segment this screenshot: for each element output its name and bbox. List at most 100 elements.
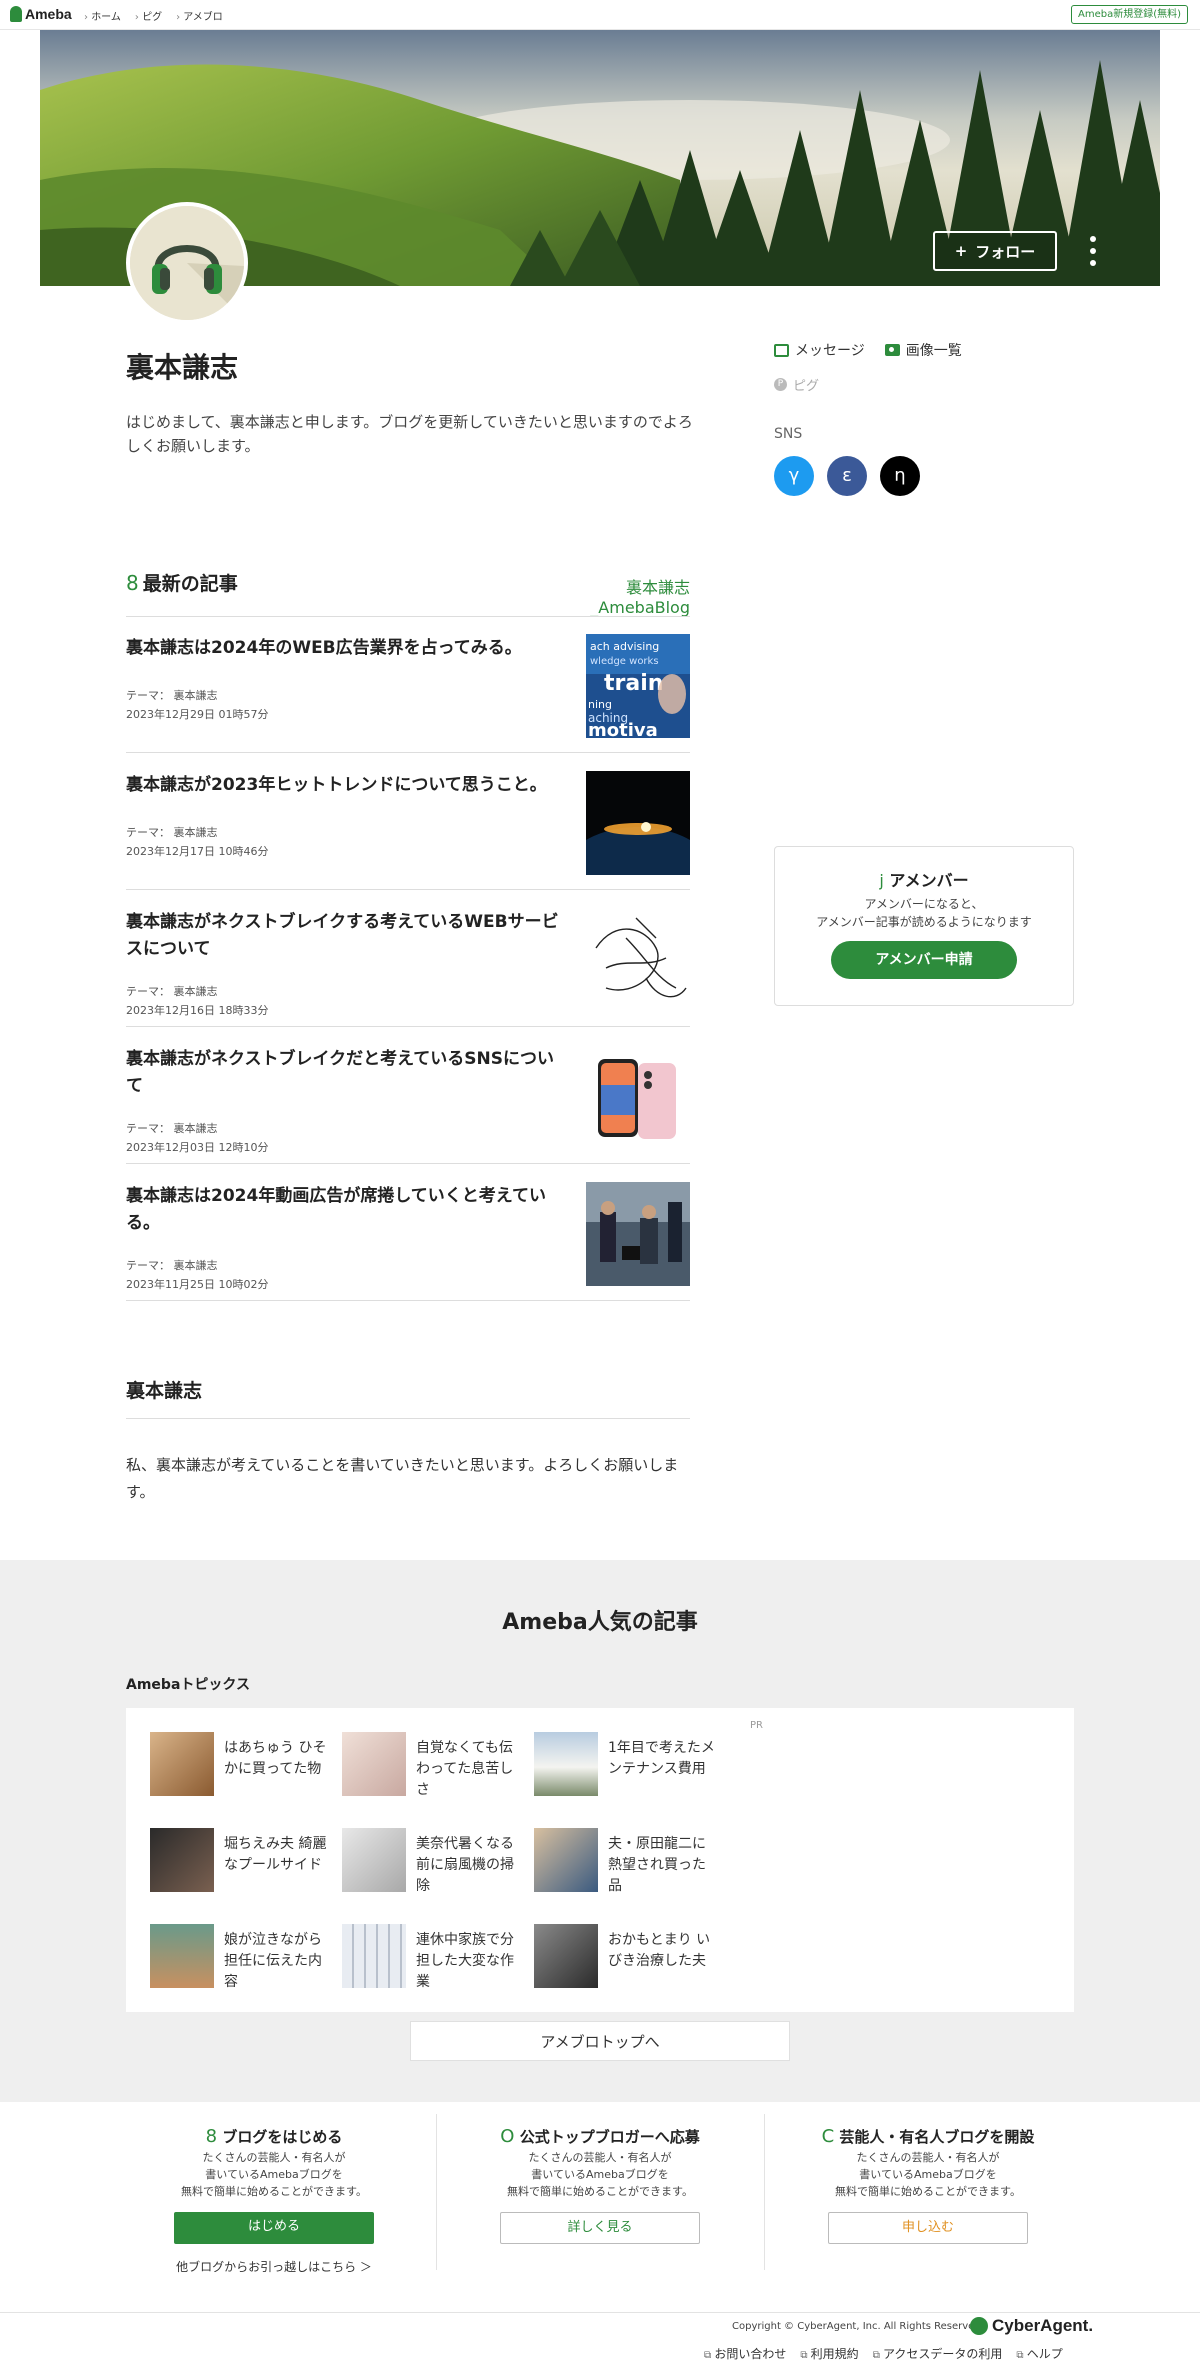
topic-thumbnail (150, 1732, 214, 1796)
promo-start-blog: 8 ブログをはじめる たくさんの芸能人・有名人が 書いているAmebaブログを 無料… (124, 2126, 424, 2275)
crumb-pigg[interactable]: ピグ (135, 8, 162, 23)
divider (436, 2114, 437, 2270)
cyberagent-logo[interactable]: CyberAgent. (970, 2316, 1093, 2336)
pigg-link[interactable]: P ピグ (774, 375, 819, 394)
global-header: Ameba ホーム ピグ アメブロ Ameba新規登録(無料) (0, 0, 1200, 30)
article-thumbnail[interactable] (586, 1182, 690, 1286)
details-button[interactable]: 詳しく見る (500, 2212, 700, 2244)
message-link[interactable]: メッセージ (774, 340, 865, 360)
blog-link[interactable]: 裏本謙志_AmebaBlog (530, 574, 690, 617)
more-menu-icon[interactable] (1089, 236, 1097, 266)
apply-button[interactable]: 申し込む (828, 2212, 1028, 2244)
profile-name: 裏本謙志 (126, 351, 239, 384)
article-item[interactable]: 裏本謙志が2023年ヒットトレンドについて思うこと。 テーマ： 裏本謙志 202… (126, 754, 690, 890)
footer-link-access-data[interactable]: アクセスデータの利用 (873, 2345, 1002, 2362)
article-title[interactable]: 裏本謙志が2023年ヒットトレンドについて思うこと。 (126, 772, 566, 799)
footer-link-help[interactable]: ヘルプ (1016, 2345, 1063, 2362)
amember-apply-button[interactable]: アメンバー申請 (831, 941, 1017, 979)
camera-icon (884, 344, 900, 356)
article-item[interactable]: 裏本謙志がネクストブレイクだと考えているSNSについて テーマ： 裏本謙志 20… (126, 1028, 690, 1164)
amember-desc: アメンバーになると、 アメンバー記事が読めるようになります (775, 895, 1073, 931)
svg-text:motiva: motiva (588, 720, 658, 738)
svg-text:train: train (604, 671, 663, 696)
profile-links: メッセージ 画像一覧 (774, 340, 962, 360)
article-title[interactable]: 裏本謙志は2024年動画広告が席捲していくと考えている。 (126, 1183, 566, 1237)
topic-text: 夫・原田龍二に熱望され買った品 (608, 1836, 706, 1894)
topic-text: 自覚なくても伝わってた息苦しさ (416, 1740, 514, 1798)
promo-celebrity-blog: C 芸能人・有名人ブログを開設 たくさんの芸能人・有名人が 書いているAmebaブ… (778, 2126, 1078, 2244)
images-label: 画像一覧 (905, 343, 962, 359)
svg-text:wledge works: wledge works (590, 656, 659, 667)
topic-item[interactable]: 夫・原田龍二に熱望され買った品 (534, 1828, 720, 1894)
topic-item[interactable]: 堀ちえみ夫 綺麗なプールサイド (150, 1828, 336, 1892)
article-thumbnail[interactable]: ach advising wledge works train ning ach… (586, 634, 690, 738)
topic-text: 美奈代暑くなる前に扇風機の掃除 (416, 1836, 514, 1894)
sketch-image (586, 908, 690, 1012)
article-theme: テーマ： 裏本謙志 (126, 985, 218, 998)
sns-twitter-icon[interactable]: γ (774, 456, 814, 496)
article-item[interactable]: 裏本謙志は2024年のWEB広告業界を占ってみる。 テーマ： 裏本謙志 2023… (126, 617, 690, 753)
topic-item[interactable]: 1年目で考えたメンテナンス費用 (534, 1732, 720, 1796)
blog-icon: 8 (126, 571, 139, 595)
article-title[interactable]: 裏本謙志がネクストブレイクだと考えているSNSについて (126, 1046, 566, 1100)
article-date: 2023年12月16日 18時33分 (126, 1004, 269, 1017)
promo-title-text: 芸能人・有名人ブログを開設 (839, 2128, 1035, 2146)
cyberagent-mark-icon (970, 2317, 988, 2335)
topic-item[interactable]: 連休中家族で分担した大変な作業 (342, 1924, 528, 1990)
promo-top-blogger: O 公式トップブロガーへ応募 たくさんの芸能人・有名人が 書いているAmebaブロ… (450, 2126, 750, 2244)
topic-thumbnail (150, 1828, 214, 1892)
topic-item[interactable]: はあちゅう ひそかに買ってた物 (150, 1732, 336, 1796)
article-title[interactable]: 裏本謙志は2024年のWEB広告業界を占ってみる。 (126, 635, 566, 662)
topic-item[interactable]: おかもとまり いびき治療した夫 (534, 1924, 720, 1988)
sns-tiktok-icon[interactable]: η (880, 456, 920, 496)
topic-item[interactable]: 美奈代暑くなる前に扇風機の掃除 (342, 1828, 528, 1894)
start-blog-button[interactable]: はじめる (174, 2212, 374, 2244)
migrate-link[interactable]: 他ブログからお引っ越しはこちら ＞ (124, 2258, 424, 2275)
signup-button[interactable]: Ameba新規登録(無料) (1070, 5, 1188, 24)
follow-label: フォロー (975, 242, 1036, 261)
images-link[interactable]: 画像一覧 (884, 340, 962, 360)
pigg-label: ピグ (793, 379, 820, 394)
latest-articles-title: 8 最新の記事 (126, 569, 238, 596)
promo-title: 8 ブログをはじめる (124, 2126, 424, 2147)
article-item[interactable]: 裏本謙志は2024年動画広告が席捲していくと考えている。 テーマ： 裏本謙志 2… (126, 1165, 690, 1301)
copyright: Copyright © CyberAgent, Inc. All Rights … (732, 2321, 984, 2332)
footer-link-contact[interactable]: お問い合わせ (704, 2345, 786, 2362)
crumb-home[interactable]: ホーム (84, 8, 121, 23)
topic-thumbnail (534, 1732, 598, 1796)
topic-item[interactable]: 自覚なくても伝わってた息苦しさ (342, 1732, 528, 1798)
article-thumbnail[interactable] (586, 908, 690, 1012)
topic-thumbnail (342, 1732, 406, 1796)
article-item[interactable]: 裏本謙志がネクストブレイクする考えているWEBサービスについて テーマ： 裏本謙… (126, 891, 690, 1027)
follow-button[interactable]: + フォロー (933, 231, 1057, 271)
message-label: メッセージ (795, 343, 865, 359)
topic-item[interactable]: 娘が泣きながら担任に伝えた内容 (150, 1924, 336, 1990)
crumb-ameblo[interactable]: アメブロ (176, 8, 223, 23)
promo-title: C 芸能人・有名人ブログを開設 (778, 2126, 1078, 2147)
star-icon: C (821, 2126, 835, 2147)
svg-text:ning: ning (588, 698, 612, 711)
footer-link-terms[interactable]: 利用規約 (800, 2345, 859, 2362)
article-thumbnail[interactable] (586, 771, 690, 875)
divider (0, 2312, 1200, 2313)
pigg-icon: P (774, 378, 787, 391)
topic-thumbnail (342, 1828, 406, 1892)
article-thumbnail[interactable] (586, 1045, 690, 1149)
earth-image (586, 771, 690, 875)
article-date: 2023年12月17日 10時46分 (126, 845, 269, 858)
article-theme: テーマ： 裏本謙志 (126, 689, 218, 702)
avatar[interactable] (126, 202, 248, 324)
amember-title: j アメンバー (775, 867, 1073, 891)
promo-title-text: 公式トップブロガーへ応募 (519, 2128, 700, 2146)
footer-links: お問い合わせ 利用規約 アクセスデータの利用 ヘルプ (704, 2345, 1063, 2362)
svg-text:ach advising: ach advising (590, 640, 659, 653)
ameba-logo[interactable]: Ameba (10, 6, 72, 22)
divider (764, 2114, 765, 2270)
article-title[interactable]: 裏本謙志がネクストブレイクする考えているWEBサービスについて (126, 909, 566, 963)
amember-desc-2: アメンバー記事が読めるようになります (816, 915, 1032, 929)
sns-facebook-icon[interactable]: ε (827, 456, 867, 496)
amember-title-text: アメンバー (889, 871, 969, 890)
ameblo-top-button[interactable]: アメブロトップへ (410, 2021, 790, 2061)
topic-thumbnail (150, 1924, 214, 1988)
article-date: 2023年12月03日 12時10分 (126, 1141, 269, 1154)
